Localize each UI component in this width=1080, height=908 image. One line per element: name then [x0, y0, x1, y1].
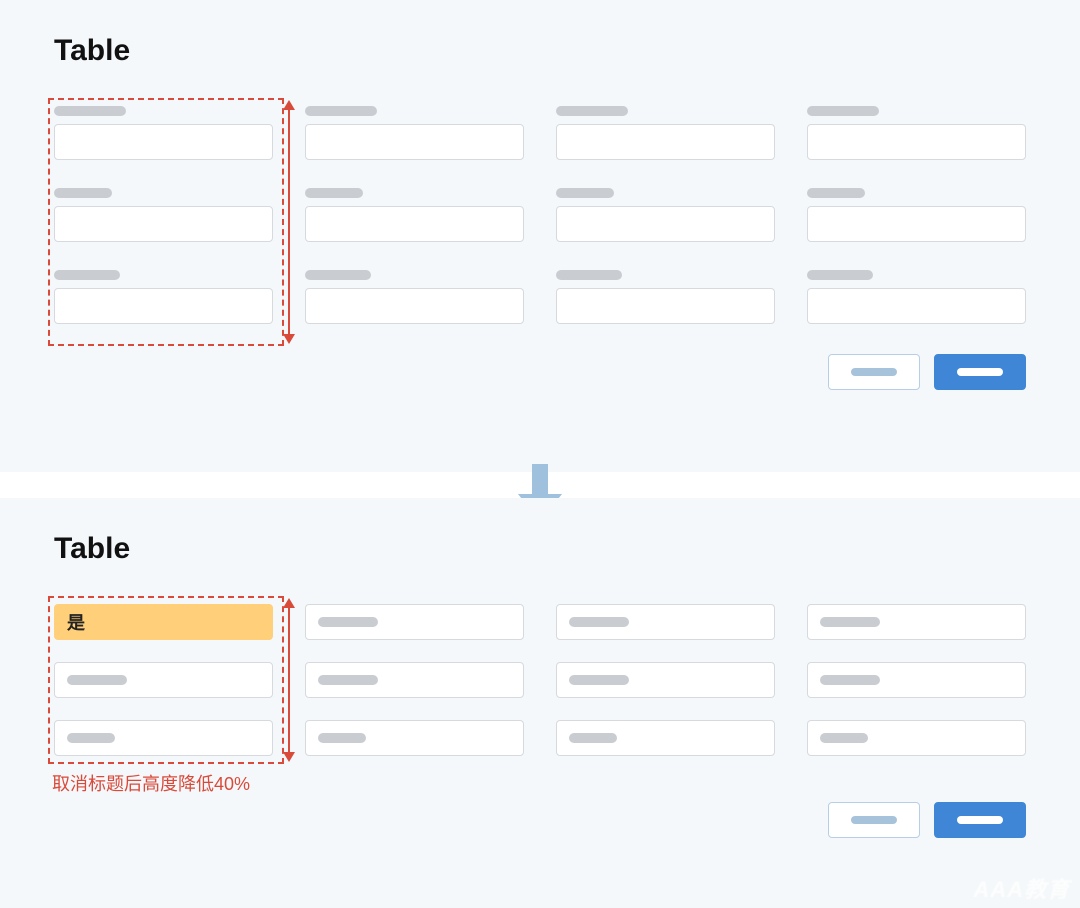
button-row [54, 802, 1026, 838]
panel-title: Table [54, 34, 1026, 68]
field [54, 270, 273, 324]
text-input[interactable] [556, 288, 775, 324]
text-input[interactable] [305, 662, 524, 698]
field [54, 188, 273, 242]
text-input[interactable] [54, 206, 273, 242]
measure-arrow [288, 102, 290, 342]
button-row [54, 354, 1026, 390]
field-label [54, 106, 126, 116]
input-value: 是 [67, 609, 85, 635]
placeholder-icon [569, 617, 629, 627]
field [556, 188, 775, 242]
text-input[interactable] [54, 720, 273, 756]
placeholder-icon [318, 617, 378, 627]
placeholder-icon [569, 733, 617, 743]
placeholder-icon [67, 733, 115, 743]
field [807, 106, 1026, 160]
form-grid-compact: 取消标题后高度降低40% 是 [54, 604, 1026, 756]
field-label [807, 270, 873, 280]
field [556, 106, 775, 160]
text-input[interactable] [807, 206, 1026, 242]
placeholder-icon [67, 675, 127, 685]
text-input[interactable] [556, 662, 775, 698]
watermark: AAA教育 [973, 872, 1070, 904]
primary-button[interactable] [934, 802, 1026, 838]
placeholder-icon [318, 733, 366, 743]
form-grid-labeled [54, 106, 1026, 324]
text-input[interactable] [807, 604, 1026, 640]
text-input[interactable] [305, 604, 524, 640]
text-input[interactable] [305, 124, 524, 160]
text-input-selected[interactable]: 是 [54, 604, 273, 640]
panel-before: Table [0, 0, 1080, 472]
text-input[interactable] [556, 124, 775, 160]
field [556, 270, 775, 324]
field [305, 106, 524, 160]
text-input[interactable] [305, 720, 524, 756]
field-label [305, 106, 377, 116]
field-label [305, 188, 363, 198]
placeholder-icon [820, 675, 880, 685]
field-label [807, 188, 865, 198]
panel-title: Table [54, 532, 1026, 566]
secondary-button[interactable] [828, 354, 920, 390]
field-label [54, 188, 112, 198]
field [807, 270, 1026, 324]
field [807, 188, 1026, 242]
secondary-button[interactable] [828, 802, 920, 838]
text-input[interactable] [54, 124, 273, 160]
text-input[interactable] [305, 206, 524, 242]
placeholder-icon [318, 675, 378, 685]
text-input[interactable] [807, 662, 1026, 698]
annotation-label: 取消标题后高度降低40% [52, 770, 250, 796]
text-input[interactable] [807, 124, 1026, 160]
field [54, 106, 273, 160]
placeholder-icon [569, 675, 629, 685]
text-input[interactable] [556, 604, 775, 640]
measure-arrow [288, 600, 290, 760]
text-input[interactable] [556, 720, 775, 756]
placeholder-icon [820, 733, 868, 743]
field-label [556, 188, 614, 198]
primary-button[interactable] [934, 354, 1026, 390]
field [305, 188, 524, 242]
panel-after: Table 取消标题后高度降低40% 是 [0, 498, 1080, 908]
text-input[interactable] [305, 288, 524, 324]
field-label [556, 270, 622, 280]
text-input[interactable] [54, 662, 273, 698]
field [305, 270, 524, 324]
field-label [556, 106, 628, 116]
field-label [54, 270, 120, 280]
text-input[interactable] [54, 288, 273, 324]
text-input[interactable] [556, 206, 775, 242]
text-input[interactable] [807, 720, 1026, 756]
text-input[interactable] [807, 288, 1026, 324]
field-label [305, 270, 371, 280]
field-label [807, 106, 879, 116]
placeholder-icon [820, 617, 880, 627]
